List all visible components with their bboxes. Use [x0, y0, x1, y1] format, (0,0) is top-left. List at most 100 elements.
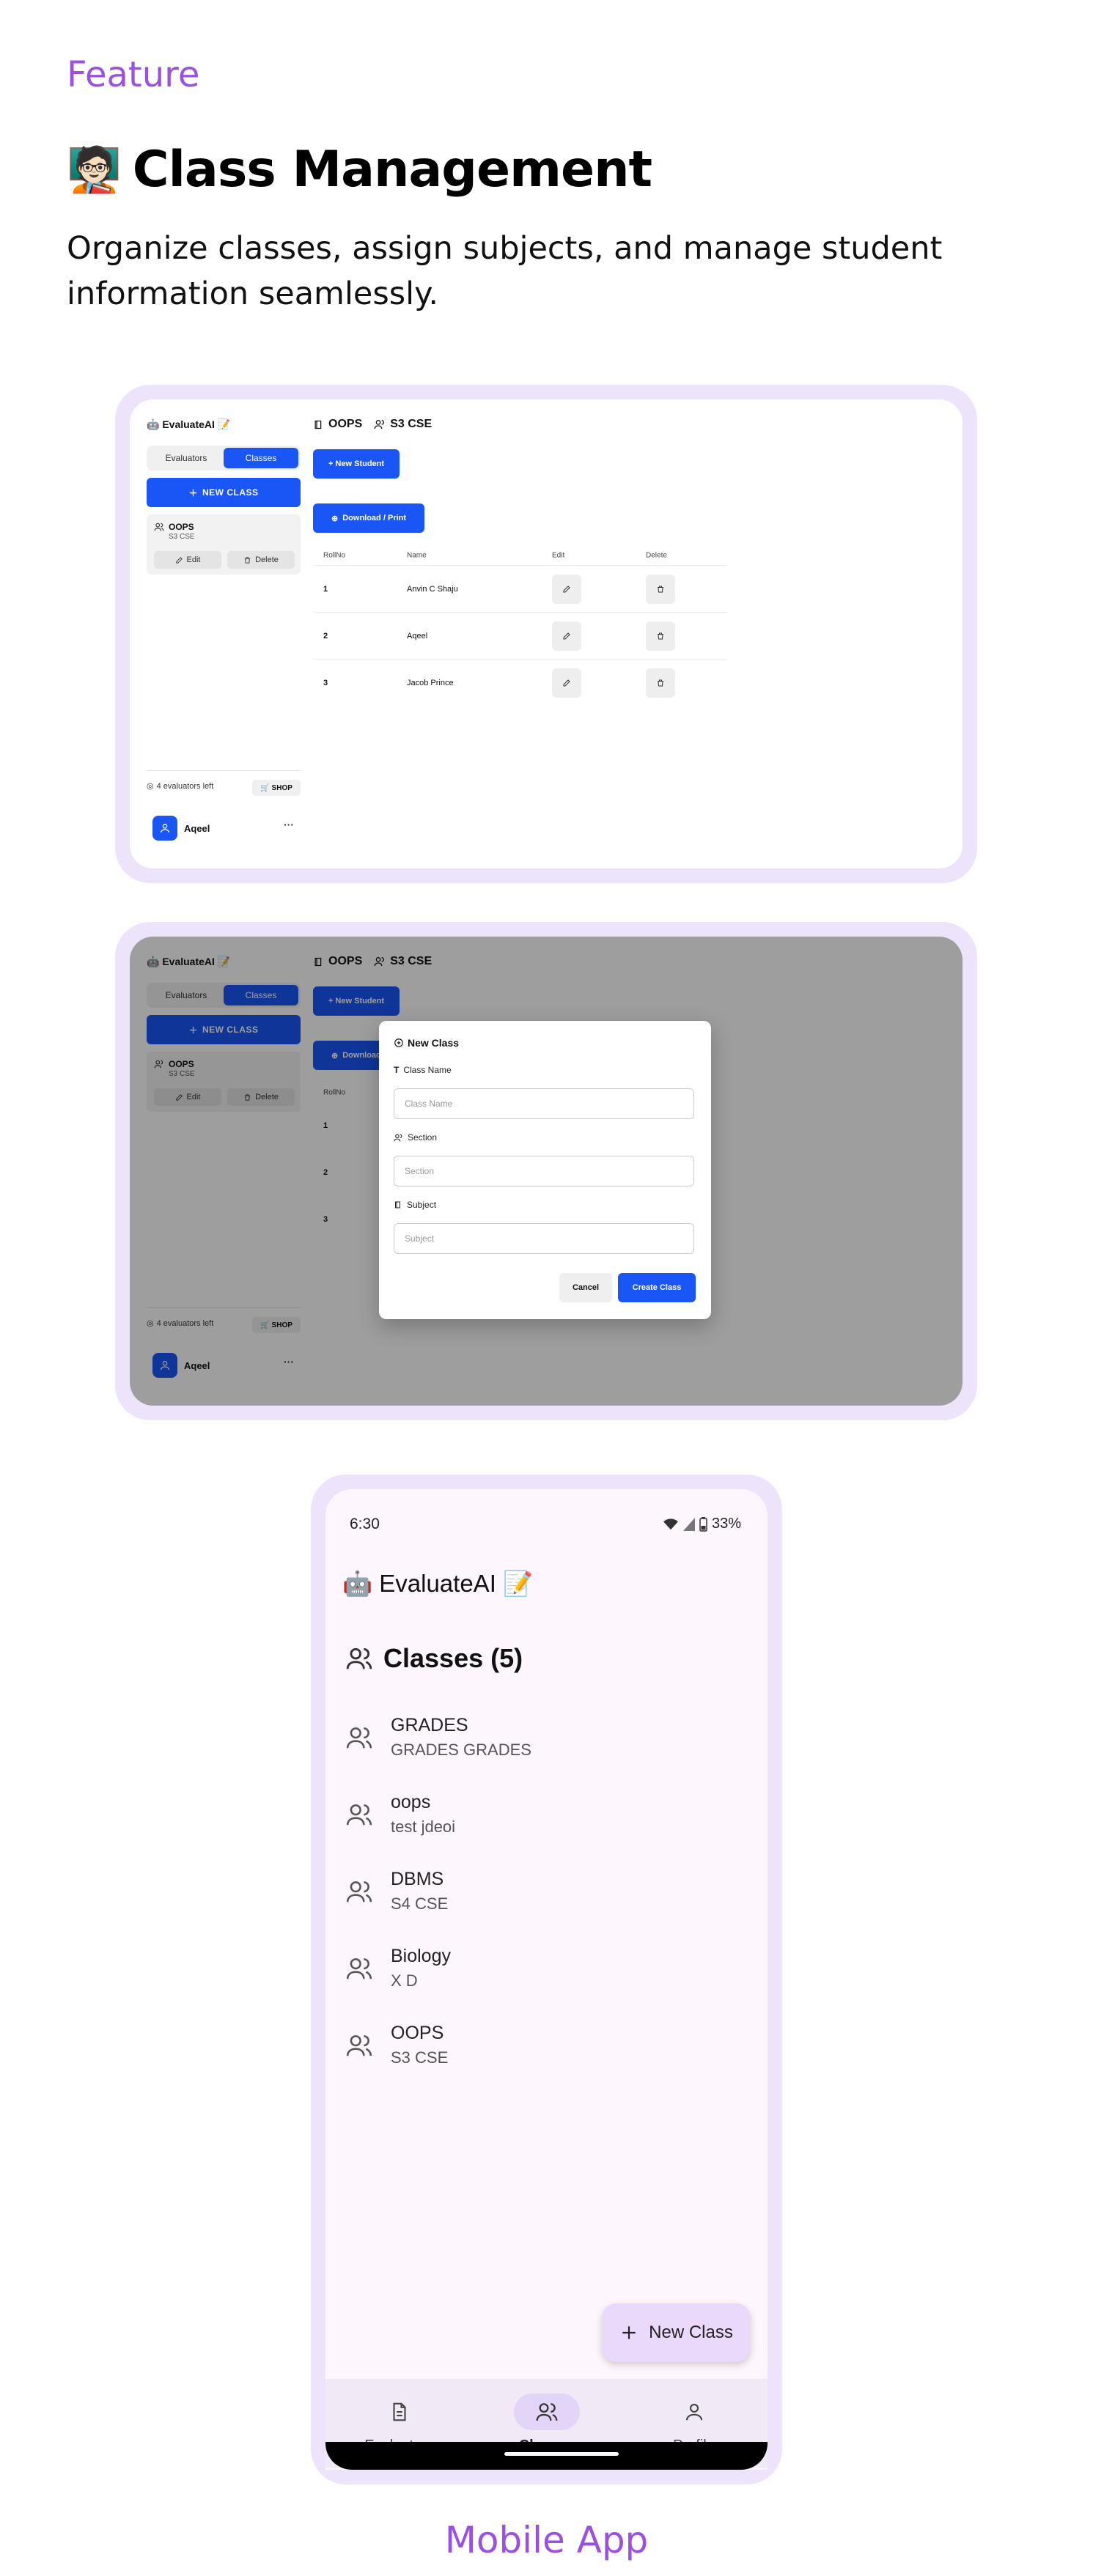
edit-icon	[563, 679, 570, 686]
app-logo: 🤖 EvaluateAI 📝	[147, 418, 231, 430]
subject-label: Subject	[394, 1200, 436, 1210]
page-description: Organize classes, assign subjects, and m…	[67, 230, 943, 312]
students-table: RollNo Name Edit Delete 1 Anvin C Shaju …	[313, 546, 727, 706]
edit-student-button[interactable]	[552, 621, 581, 651]
page-title: 🧑🏻‍🏫 Class Management	[67, 141, 652, 199]
section-label-text: Section	[408, 1132, 438, 1143]
home-gesture-bar[interactable]	[504, 2452, 619, 2456]
mobile-phone-frame: 6:30 33% 🤖 EvaluateAI 📝 Classes (5) GRAD…	[311, 1475, 782, 2484]
edit-student-button[interactable]	[552, 574, 581, 604]
new-class-button[interactable]: ＋ NEW CLASS	[147, 478, 301, 507]
class-edit-button[interactable]: Edit	[154, 551, 221, 569]
delete-student-button[interactable]	[646, 574, 675, 604]
desktop-screenshot-new-class-dialog: 🤖 EvaluateAI 📝 Evaluators Classes ＋ NEW …	[115, 922, 977, 1420]
column-delete: Delete	[646, 551, 667, 560]
fab-label: New Class	[649, 2322, 733, 2342]
dialog-title-text: New Class	[408, 1037, 460, 1049]
user-name: Aqeel	[184, 822, 210, 834]
table-row: 1 Anvin C Shaju	[313, 565, 727, 612]
book-icon	[313, 419, 324, 430]
list-item[interactable]: GRADES GRADES GRADES	[345, 1709, 756, 1786]
status-icons: 33%	[663, 1516, 741, 1532]
class-edit-label: Edit	[186, 556, 201, 564]
create-class-button[interactable]: Create Class	[618, 1273, 696, 1302]
column-edit: Edit	[552, 551, 565, 560]
list-item[interactable]: OOPS S3 CSE	[345, 2017, 756, 2094]
class-name-label-text: Class Name	[403, 1065, 452, 1075]
download-print-button[interactable]: ⊕ Download / Print	[313, 503, 424, 533]
section-label: Section	[394, 1132, 437, 1143]
users-icon	[345, 1878, 373, 1905]
list-item[interactable]: DBMS S4 CSE	[345, 1863, 756, 1940]
users-icon	[345, 1724, 373, 1752]
tab-classes[interactable]: Classes	[224, 448, 298, 468]
list-item[interactable]: oops test jdeoi	[345, 1786, 756, 1863]
avatar	[152, 816, 177, 841]
student-name: Aqeel	[407, 631, 428, 641]
list-item[interactable]: Biology X D	[345, 1940, 756, 2017]
class-section: S3 CSE	[391, 2048, 449, 2067]
class-name-input[interactable]: Class Name	[394, 1088, 694, 1119]
column-rollno: RollNo	[323, 551, 346, 560]
teacher-emoji-icon: 🧑🏻‍🏫	[67, 144, 122, 196]
student-name: Anvin C Shaju	[407, 584, 458, 594]
class-section: GRADES GRADES	[391, 1741, 531, 1759]
class-card-name: OOPS	[169, 522, 194, 532]
trash-icon	[658, 632, 663, 639]
new-student-button[interactable]: + New Student	[313, 449, 400, 479]
mobile-app-title: 🤖 EvaluateAI 📝	[342, 1570, 534, 1597]
cancel-button[interactable]: Cancel	[559, 1273, 612, 1302]
users-icon	[394, 1133, 403, 1143]
class-header-name: OOPS	[328, 418, 363, 430]
edit-icon	[175, 556, 183, 564]
table-row: 2 Aqeel	[313, 612, 727, 659]
delete-student-button[interactable]	[646, 668, 675, 698]
users-icon	[345, 2031, 373, 2059]
tab-evaluators[interactable]: Evaluators	[149, 448, 224, 468]
sidebar-class-card[interactable]: OOPS S3 CSE Edit Delete	[147, 514, 301, 575]
users-icon	[345, 1955, 373, 1982]
sidebar-tab-switch: Evaluators Classes	[147, 446, 301, 470]
users-icon	[374, 418, 386, 430]
edit-student-button[interactable]	[552, 668, 581, 698]
classes-heading-text: Classes (5)	[383, 1643, 523, 1673]
new-class-dialog: New Class T Class Name Class Name Sectio…	[379, 1021, 711, 1319]
class-section: S4 CSE	[391, 1894, 449, 1913]
text-icon: T	[394, 1065, 400, 1075]
subject-input[interactable]: Subject	[394, 1223, 694, 1254]
document-icon	[389, 2401, 411, 2423]
feature-eyebrow: Feature	[67, 54, 200, 95]
class-header-section: S3 CSE	[390, 418, 433, 430]
delete-student-button[interactable]	[646, 621, 675, 651]
mobile-app-caption: Mobile App	[444, 2519, 649, 2561]
gesture-bar-area	[325, 2442, 768, 2470]
more-options-icon[interactable]: ···	[284, 819, 294, 830]
evaluator-credits: ◎ 4 evaluators left	[147, 781, 213, 791]
desktop-screen: 🤖 EvaluateAI 📝 Evaluators Classes ＋ NEW …	[130, 937, 963, 1406]
student-roll: 3	[323, 678, 328, 687]
class-delete-button[interactable]: Delete	[227, 551, 295, 569]
section-input[interactable]: Section	[394, 1156, 694, 1186]
user-profile[interactable]: Aqeel	[152, 816, 210, 841]
book-icon	[394, 1200, 402, 1209]
class-delete-label: Delete	[255, 556, 279, 564]
page-title-text: Class Management	[132, 141, 652, 199]
student-name: Jacob Prince	[407, 678, 454, 687]
shop-button[interactable]: 🛒 SHOP	[252, 780, 301, 796]
student-roll: 2	[323, 631, 328, 641]
new-class-button-label: NEW CLASS	[202, 487, 259, 498]
plus-icon	[619, 2323, 638, 2342]
class-section: test jdeoi	[391, 1817, 456, 1836]
classes-heading: Classes (5)	[345, 1643, 523, 1674]
wifi-icon	[663, 1518, 679, 1531]
class-name: OOPS	[391, 2023, 444, 2043]
column-name: Name	[407, 551, 427, 560]
sidebar-divider	[147, 770, 301, 771]
desktop-app: 🤖 EvaluateAI 📝 Evaluators Classes ＋ NEW …	[130, 399, 963, 868]
status-time: 6:30	[350, 1516, 380, 1532]
shop-label: SHOP	[271, 783, 292, 792]
class-name: oops	[391, 1792, 431, 1812]
new-class-fab[interactable]: New Class	[602, 2303, 751, 2362]
users-icon	[154, 522, 164, 541]
battery-icon	[699, 1516, 707, 1532]
